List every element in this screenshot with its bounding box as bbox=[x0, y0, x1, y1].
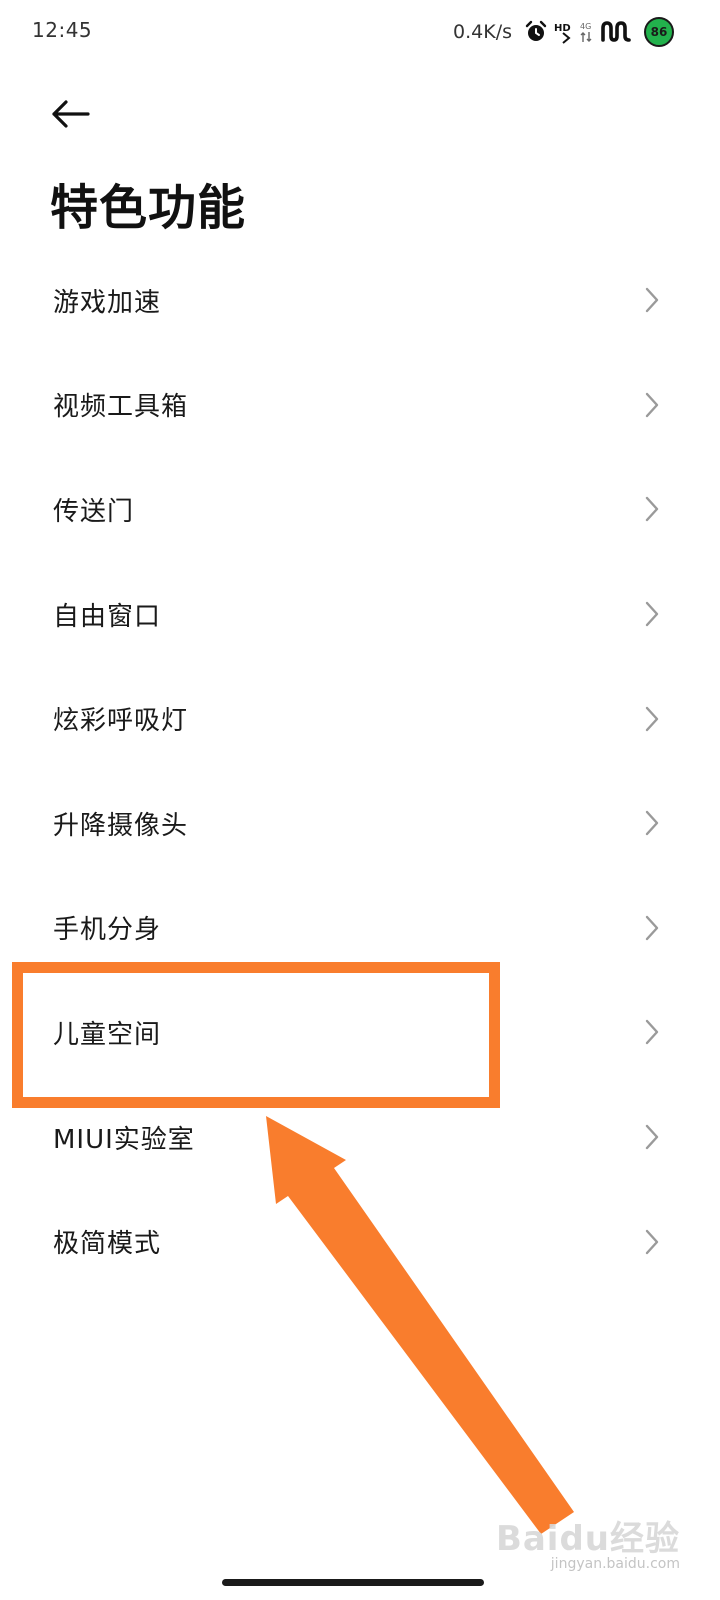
chevron-right-icon bbox=[645, 1020, 659, 1045]
menu-item-miui-lab[interactable]: MIUI实验室 bbox=[0, 1085, 720, 1190]
menu-item-label: MIUI实验室 bbox=[53, 1124, 195, 1155]
menu-item-label: 炫彩呼吸灯 bbox=[53, 706, 189, 737]
menu-item-kids-space[interactable]: 儿童空间 bbox=[0, 980, 720, 1085]
signal-4g-icon: 4G bbox=[580, 20, 594, 44]
network-speed: 0.4K/s bbox=[453, 21, 512, 43]
menu-item-label: 传送门 bbox=[53, 496, 135, 527]
signal-bars-icon bbox=[600, 20, 632, 44]
menu-item-popup-camera[interactable]: 升降摄像头 bbox=[0, 771, 720, 876]
menu-item-label: 手机分身 bbox=[53, 915, 162, 946]
back-button[interactable] bbox=[48, 92, 104, 140]
chevron-right-icon bbox=[645, 1229, 659, 1254]
menu-item-label: 视频工具箱 bbox=[53, 392, 189, 423]
watermark-logo: Baidu经验 bbox=[495, 1519, 680, 1559]
signal-label-text: 4G bbox=[580, 22, 591, 31]
status-time: 12:45 bbox=[32, 18, 93, 42]
chevron-right-icon bbox=[645, 288, 659, 313]
page-title: 特色功能 bbox=[50, 180, 247, 236]
alarm-icon bbox=[524, 20, 548, 44]
menu-item-label: 游戏加速 bbox=[53, 287, 162, 318]
menu-item-game-boost[interactable]: 游戏加速 bbox=[0, 248, 720, 353]
chevron-right-icon bbox=[645, 706, 659, 731]
chevron-right-icon bbox=[645, 811, 659, 836]
menu-item-label: 儿童空间 bbox=[53, 1019, 162, 1050]
menu-item-breathing-light[interactable]: 炫彩呼吸灯 bbox=[0, 666, 720, 771]
menu-item-second-space[interactable]: 手机分身 bbox=[0, 876, 720, 981]
menu-item-free-window[interactable]: 自由窗口 bbox=[0, 562, 720, 667]
menu-item-portal[interactable]: 传送门 bbox=[0, 457, 720, 562]
chevron-right-icon bbox=[645, 497, 659, 522]
menu-item-label: 升降摄像头 bbox=[53, 810, 189, 841]
menu-item-label: 自由窗口 bbox=[53, 601, 162, 632]
hd-icon: HD bbox=[554, 20, 574, 44]
chevron-right-icon bbox=[645, 392, 659, 418]
menu-item-video-toolbox[interactable]: 视频工具箱 bbox=[0, 353, 720, 458]
hd-label-text: HD bbox=[554, 23, 571, 34]
baidu-watermark: Baidu经验 jingyan.baidu.com bbox=[496, 1511, 680, 1572]
watermark-url: jingyan.baidu.com bbox=[550, 1556, 680, 1572]
chevron-right-icon bbox=[645, 915, 659, 941]
arrow-left-icon bbox=[48, 98, 92, 134]
battery-indicator: 86 bbox=[644, 17, 674, 47]
feature-menu-list: 游戏加速 视频工具箱 传送门 自由窗口 炫彩呼吸灯 升降摄像头 手机分身 儿童空… bbox=[0, 248, 720, 1294]
status-icons: 0.4K/s HD 4G 86 bbox=[453, 14, 674, 50]
home-indicator[interactable] bbox=[222, 1579, 484, 1586]
chevron-right-icon bbox=[645, 1124, 659, 1150]
menu-item-label: 极简模式 bbox=[53, 1229, 162, 1260]
status-bar: 12:45 0.4K/s HD 4G 86 bbox=[0, 0, 720, 64]
chevron-right-icon bbox=[645, 601, 659, 627]
menu-item-simple-mode[interactable]: 极简模式 bbox=[0, 1189, 720, 1294]
